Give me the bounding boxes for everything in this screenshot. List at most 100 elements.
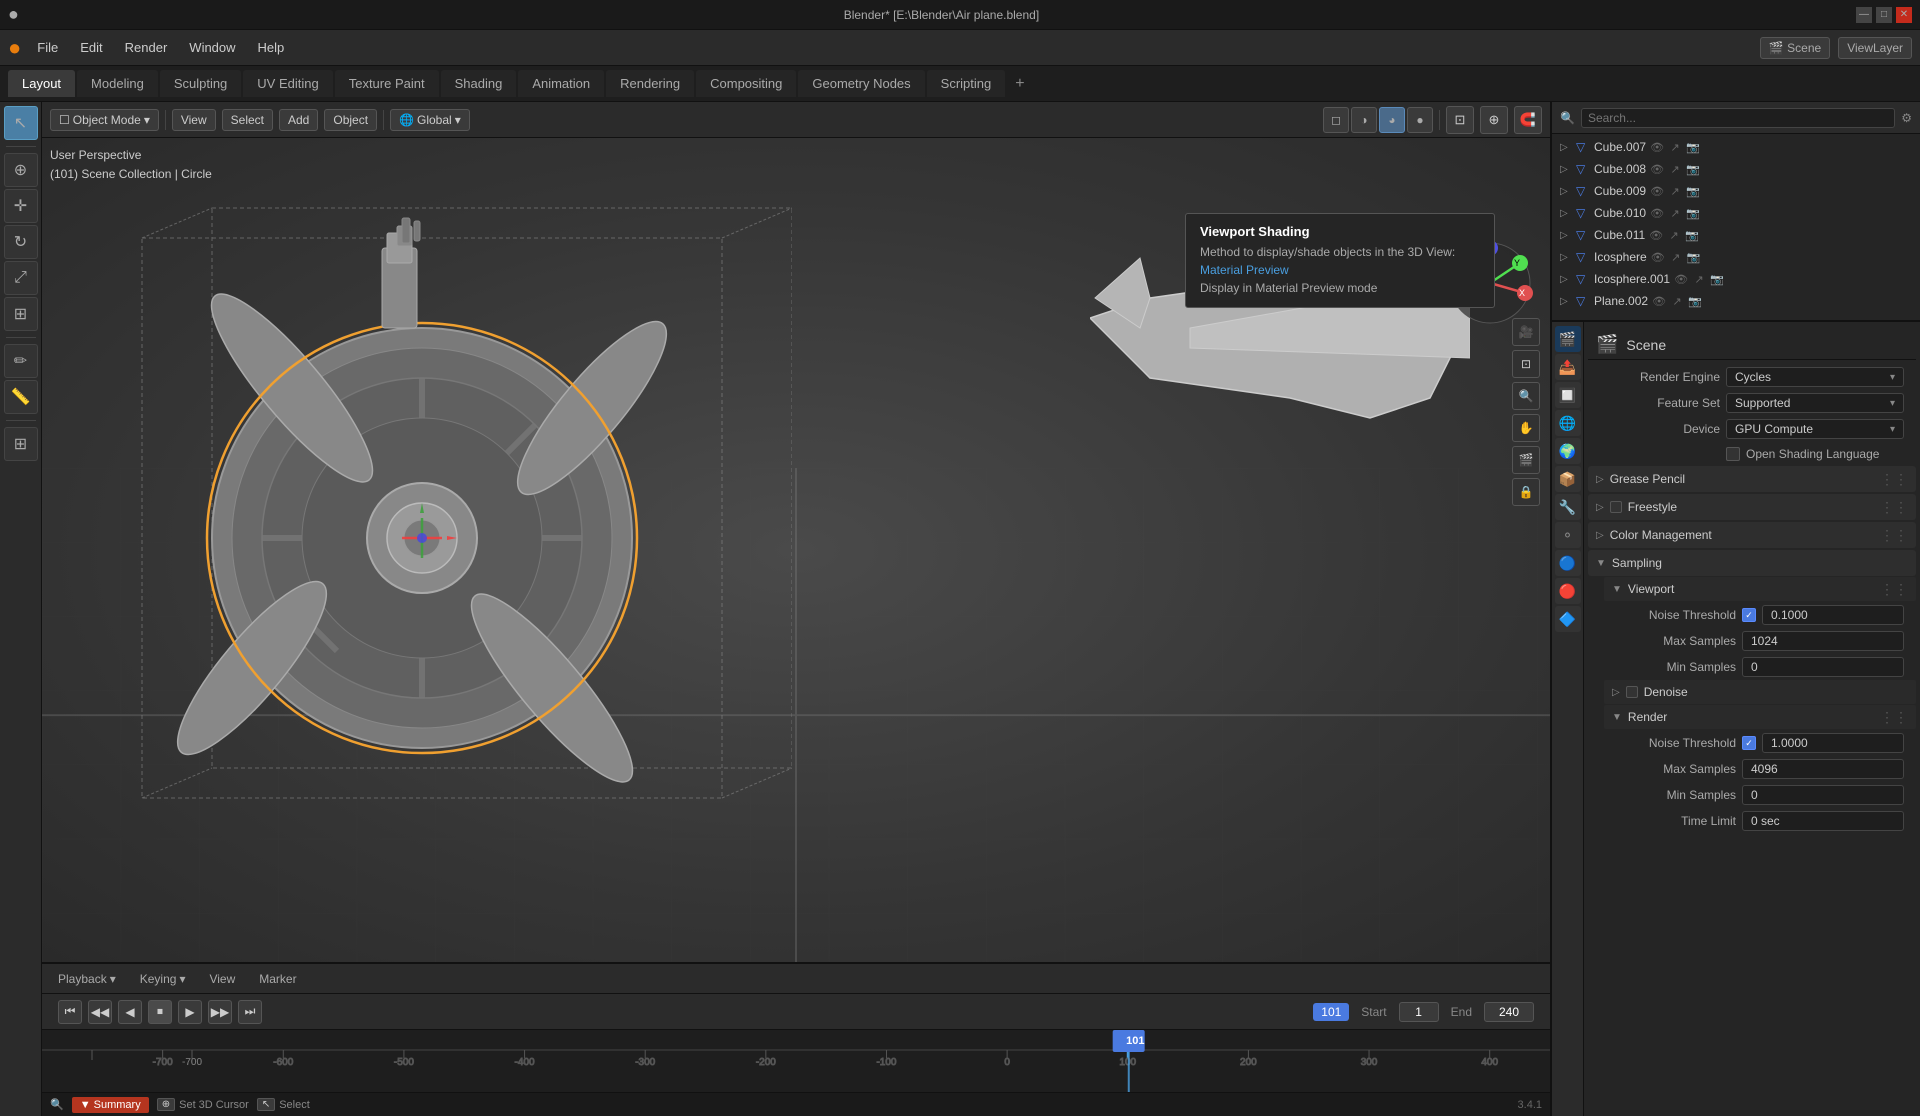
play-reverse-btn[interactable]: ◀	[118, 1000, 142, 1024]
select-vis-icon[interactable]: ↗	[1692, 273, 1706, 286]
tool-select[interactable]: ↖	[4, 106, 38, 140]
device-dropdown[interactable]: GPU Compute ▾	[1726, 419, 1904, 439]
outliner-item-cube007[interactable]: ▷ ▽ Cube.007 👁 ↗ 📷	[1552, 136, 1920, 158]
outliner-filter-icon[interactable]: ⚙	[1901, 111, 1912, 125]
render-vis-icon[interactable]: 📷	[1685, 229, 1699, 242]
color-management-header[interactable]: ▷ Color Management ⋮⋮	[1588, 522, 1916, 548]
section-options[interactable]: ⋮⋮	[1880, 471, 1908, 488]
shade-solid[interactable]: ◑	[1351, 107, 1377, 133]
stop-btn[interactable]: ⏹	[148, 1000, 172, 1024]
prev-keyframe-btn[interactable]: ◀◀	[88, 1000, 112, 1024]
render-vis-icon[interactable]: 📷	[1710, 273, 1724, 286]
search-btn[interactable]: 🔍	[1512, 382, 1540, 410]
tab-uv-editing[interactable]: UV Editing	[243, 70, 332, 97]
time-limit-value[interactable]: 0 sec	[1742, 811, 1904, 831]
tool-annotate[interactable]: ✏	[4, 344, 38, 378]
render-vis-icon[interactable]: 📷	[1686, 207, 1700, 220]
snapping-btn[interactable]: 🧲	[1514, 106, 1542, 134]
close-btn[interactable]: ✕	[1896, 7, 1912, 23]
tab-sculpting[interactable]: Sculpting	[160, 70, 241, 97]
menu-edit[interactable]: Edit	[70, 36, 112, 59]
select-vis-icon[interactable]: ↗	[1668, 185, 1682, 198]
visibility-icon[interactable]: 👁	[1674, 273, 1688, 286]
tool-transform[interactable]: ⊞	[4, 297, 38, 331]
add-workspace-btn[interactable]: +	[1007, 71, 1032, 97]
render-vis-icon[interactable]: 📷	[1686, 185, 1700, 198]
select-vis-icon[interactable]: ↗	[1670, 295, 1684, 308]
denoise-sub-header[interactable]: ▷ Denoise	[1604, 680, 1916, 704]
section-options[interactable]: ⋮⋮	[1880, 527, 1908, 544]
select-vis-icon[interactable]: ↗	[1668, 207, 1682, 220]
visibility-icon[interactable]: 👁	[1651, 251, 1665, 264]
tab-animation[interactable]: Animation	[518, 70, 604, 97]
render-properties-tab[interactable]: 🎬	[1555, 326, 1581, 352]
world-properties-tab[interactable]: 🌍	[1555, 438, 1581, 464]
end-frame-input[interactable]	[1484, 1002, 1534, 1022]
object-menu[interactable]: Object	[324, 109, 377, 131]
tool-add[interactable]: ⊞	[4, 427, 38, 461]
add-menu[interactable]: Add	[279, 109, 318, 131]
maximize-btn[interactable]: □	[1876, 7, 1892, 23]
menu-help[interactable]: Help	[248, 36, 295, 59]
menu-file[interactable]: File	[27, 36, 68, 59]
menu-render[interactable]: Render	[115, 36, 178, 59]
vp-noise-threshold-value[interactable]: 0.1000	[1762, 605, 1904, 625]
visibility-icon[interactable]: 👁	[1652, 295, 1666, 308]
visibility-icon[interactable]: 👁	[1650, 141, 1664, 154]
view-layer-tab[interactable]: 🔲	[1555, 382, 1581, 408]
tab-geometry-nodes[interactable]: Geometry Nodes	[798, 70, 924, 97]
select-vis-icon[interactable]: ↗	[1668, 163, 1682, 176]
playback-menu[interactable]: Playback ▾	[50, 969, 124, 989]
viewport-sub-header[interactable]: ▼ Viewport ⋮⋮	[1604, 577, 1916, 601]
viewlayer-selector[interactable]: ViewLayer	[1838, 37, 1912, 59]
marker-menu[interactable]: Marker	[251, 969, 304, 989]
visibility-icon[interactable]: 👁	[1650, 185, 1664, 198]
play-btn[interactable]: ▶	[178, 1000, 202, 1024]
render-min-samples-value[interactable]: 0	[1742, 785, 1904, 805]
start-frame-input[interactable]	[1399, 1002, 1439, 1022]
scene-properties-tab[interactable]: 🌐	[1555, 410, 1581, 436]
jump-end-btn[interactable]: ⏭	[238, 1000, 262, 1024]
gizmo-btn[interactable]: ⊕	[1480, 106, 1508, 134]
outliner-item-plane002[interactable]: ▷ ▽ Plane.002 👁 ↗ 📷	[1552, 290, 1920, 312]
outliner-search-input[interactable]	[1581, 108, 1895, 128]
tool-cursor[interactable]: ⊕	[4, 153, 38, 187]
camera-btn[interactable]: 🎬	[1512, 446, 1540, 474]
select-menu[interactable]: Select	[222, 109, 273, 131]
feature-set-dropdown[interactable]: Supported ▾	[1726, 393, 1904, 413]
material-properties-tab[interactable]: 🔴	[1555, 578, 1581, 604]
visibility-icon[interactable]: 👁	[1650, 207, 1664, 220]
tab-compositing[interactable]: Compositing	[696, 70, 796, 97]
visibility-icon[interactable]: 👁	[1650, 163, 1664, 176]
render-max-samples-value[interactable]: 4096	[1742, 759, 1904, 779]
render-vis-icon[interactable]: 📷	[1688, 295, 1702, 308]
pan-btn[interactable]: ✋	[1512, 414, 1540, 442]
tab-shading[interactable]: Shading	[441, 70, 517, 97]
view-menu-tl[interactable]: View	[201, 969, 243, 989]
section-options[interactable]: ⋮⋮	[1880, 581, 1908, 598]
outliner-item-icosphere[interactable]: ▷ ▽ Icosphere 👁 ↗ 📷	[1552, 246, 1920, 268]
summary-btn[interactable]: ▼ Summary	[72, 1097, 149, 1113]
render-vis-icon[interactable]: 📷	[1687, 251, 1701, 264]
tab-rendering[interactable]: Rendering	[606, 70, 694, 97]
view-menu[interactable]: View	[172, 109, 216, 131]
section-options[interactable]: ⋮⋮	[1880, 499, 1908, 516]
vp-max-samples-value[interactable]: 1024	[1742, 631, 1904, 651]
transform-space[interactable]: 🌐 Global ▾	[390, 109, 470, 131]
viewport-canvas[interactable]: Viewport Shading Method to display/shade…	[42, 138, 1550, 962]
tab-layout[interactable]: Layout	[8, 70, 75, 97]
outliner-item-cube009[interactable]: ▷ ▽ Cube.009 👁 ↗ 📷	[1552, 180, 1920, 202]
viewport-mode-btn[interactable]: ☐ Object Mode ▾	[50, 109, 159, 131]
select-vis-icon[interactable]: ↗	[1669, 251, 1683, 264]
outliner-item-cube010[interactable]: ▷ ▽ Cube.010 👁 ↗ 📷	[1552, 202, 1920, 224]
render-noise-threshold-checkbox[interactable]: ✓	[1742, 736, 1756, 750]
menu-window[interactable]: Window	[179, 36, 245, 59]
modifier-properties-tab[interactable]: 🔧	[1555, 494, 1581, 520]
freestyle-checkbox[interactable]	[1610, 501, 1622, 513]
shade-render[interactable]: ●	[1407, 107, 1433, 133]
lock-btn[interactable]: 🔒	[1512, 478, 1540, 506]
outliner-item-cube011[interactable]: ▷ ▽ Cube.011 👁 ↗ 📷	[1552, 224, 1920, 246]
particle-properties-tab[interactable]: ⚬	[1555, 522, 1581, 548]
render-vis-icon[interactable]: 📷	[1686, 163, 1700, 176]
next-keyframe-btn[interactable]: ▶▶	[208, 1000, 232, 1024]
